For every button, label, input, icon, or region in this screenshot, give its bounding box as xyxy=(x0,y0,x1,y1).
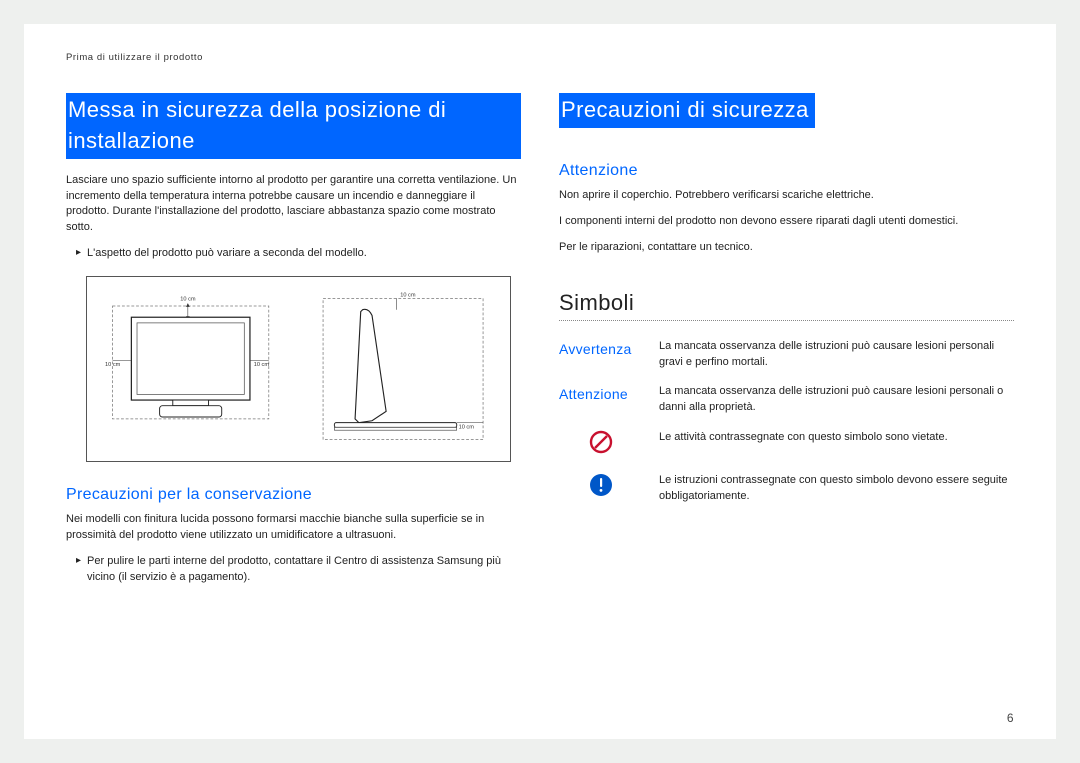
left-intro: Lasciare uno spazio sufficiente intorno … xyxy=(66,173,521,237)
left-note: L'aspetto del prodotto può variare a sec… xyxy=(87,246,367,262)
caution-line-0: Non aprire il coperchio. Potrebbero veri… xyxy=(559,188,1014,204)
sym-row-avvertenza: Avvertenza La mancata osservanza delle i… xyxy=(559,335,1014,381)
storage-heading: Precauzioni per la conservazione xyxy=(66,486,521,504)
page-number: 6 xyxy=(1007,711,1014,725)
caution-line-2: Per le riparazioni, contattare un tecnic… xyxy=(559,240,1014,256)
sym-text-1: La mancata osservanza delle istruzioni p… xyxy=(659,380,1014,426)
storage-note-row: ▸ Per pulire le parti interne del prodot… xyxy=(76,554,521,586)
prohibit-icon xyxy=(559,426,659,469)
m-left: 10 cm xyxy=(105,362,121,368)
symbols-table: Avvertenza La mancata osservanza delle i… xyxy=(559,335,1014,516)
sym-label-attenzione: Attenzione xyxy=(559,380,659,426)
sym-label-avvertenza: Avvertenza xyxy=(559,335,659,381)
sym-row-prohibit: Le attività contrassegnate con questo si… xyxy=(559,426,1014,469)
storage-note: Per pulire le parti interne del prodotto… xyxy=(87,554,521,586)
monitor-front-diagram: 10 cm 10 cm 10 cm xyxy=(103,289,292,449)
caution-heading: Attenzione xyxy=(559,162,1014,180)
right-title: Precauzioni di sicurezza xyxy=(559,93,815,128)
sym-text-0: La mancata osservanza delle istruzioni p… xyxy=(659,335,1014,381)
monitor-side-diagram: 10 cm 10 cm xyxy=(306,289,495,449)
m-right: 10 cm xyxy=(254,362,270,368)
sym-row-must: Le istruzioni contrassegnate con questo … xyxy=(559,469,1014,515)
page: Prima di utilizzare il prodotto Messa in… xyxy=(24,24,1056,739)
dotted-rule xyxy=(559,320,1014,321)
m-top: 10 cm xyxy=(180,297,196,303)
small-arrow-icon-2: ▸ xyxy=(76,554,81,586)
right-column: Precauzioni di sicurezza Attenzione Non … xyxy=(559,93,1014,600)
left-column: Messa in sicurezza della posizione di in… xyxy=(66,93,521,600)
sym-text-2: Le attività contrassegnate con questo si… xyxy=(659,426,1014,469)
diagram-row: 10 cm 10 cm 10 cm xyxy=(86,276,511,462)
caution-line-1: I componenti interni del prodotto non de… xyxy=(559,214,1014,230)
m-top2: 10 cm xyxy=(400,293,416,299)
left-title: Messa in sicurezza della posizione di in… xyxy=(66,93,521,159)
running-header: Prima di utilizzare il prodotto xyxy=(66,52,1014,63)
mandatory-icon xyxy=(559,469,659,515)
sym-text-3: Le istruzioni contrassegnate con questo … xyxy=(659,469,1014,515)
storage-para: Nei modelli con finitura lucida possono … xyxy=(66,512,521,544)
columns: Messa in sicurezza della posizione di in… xyxy=(66,93,1014,600)
symbols-heading: Simboli xyxy=(559,290,1014,316)
left-note-row: ▸ L'aspetto del prodotto può variare a s… xyxy=(76,246,521,262)
sym-row-attenzione: Attenzione La mancata osservanza delle i… xyxy=(559,380,1014,426)
m-back: 10 cm xyxy=(458,425,474,431)
small-arrow-icon: ▸ xyxy=(76,246,81,262)
